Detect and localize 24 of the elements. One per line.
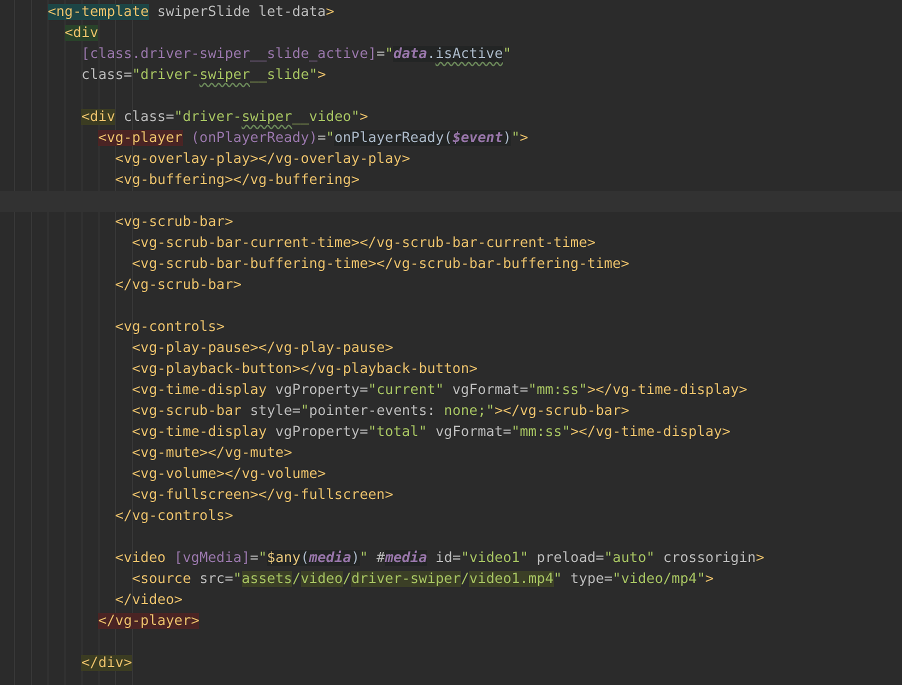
code-line: <vg-scrub-bar-current-time></vg-scrub-bar-current-time> [131,234,597,253]
code-line: <vg-time-display vgProperty="total" vgFormat="mm:ss"></vg-time-display> [131,423,732,442]
code-line: <div class="driver-swiper__video"> [80,108,370,127]
code-line: <vg-fullscreen></vg-fullscreen> [131,486,394,505]
code-line: <vg-player (onPlayerReady)="onPlayerReady($event)"> [97,129,530,148]
code-line: <source src="assets/video/driver-swiper/video1.mp4" type="video/mp4"> [131,570,715,589]
code-line: <vg-volume></vg-volume> [131,465,327,484]
code-line: <vg-overlay-play></vg-overlay-play> [114,150,412,169]
code-line: class="driver-swiper__slide"> [80,66,327,85]
code-line: <vg-controls> [114,318,226,337]
code-line: <vg-play-pause></vg-play-pause> [131,339,394,358]
code-line: <vg-buffering></vg-buffering> [114,171,361,190]
code-line: <vg-playback-button></vg-playback-button> [131,360,479,379]
code-line: <vg-scrub-bar-buffering-time></vg-scrub-bar-buffering-time> [131,255,630,274]
code-line: <vg-scrub-bar style="pointer-events: none;"></vg-scrub-bar> [131,402,630,421]
code-line: </vg-scrub-bar> [114,276,243,295]
code-line: <vg-scrub-bar> [114,213,234,232]
code-line: </video> [114,591,184,610]
code-line: <vg-time-display vgProperty="current" vgFormat="mm:ss"></vg-time-display> [131,381,748,400]
code-line: <ng-template swiperSlide let-data> [46,3,336,22]
code-line: [class.driver-swiper__slide_active]="data.isActive" [80,45,512,64]
code-line: </vg-controls> [114,507,234,526]
code-line: <video [vgMedia]="$any(media)" #media id="video1" preload="auto" crossorigin> [114,549,766,568]
code-line: <vg-mute></vg-mute> [131,444,294,463]
